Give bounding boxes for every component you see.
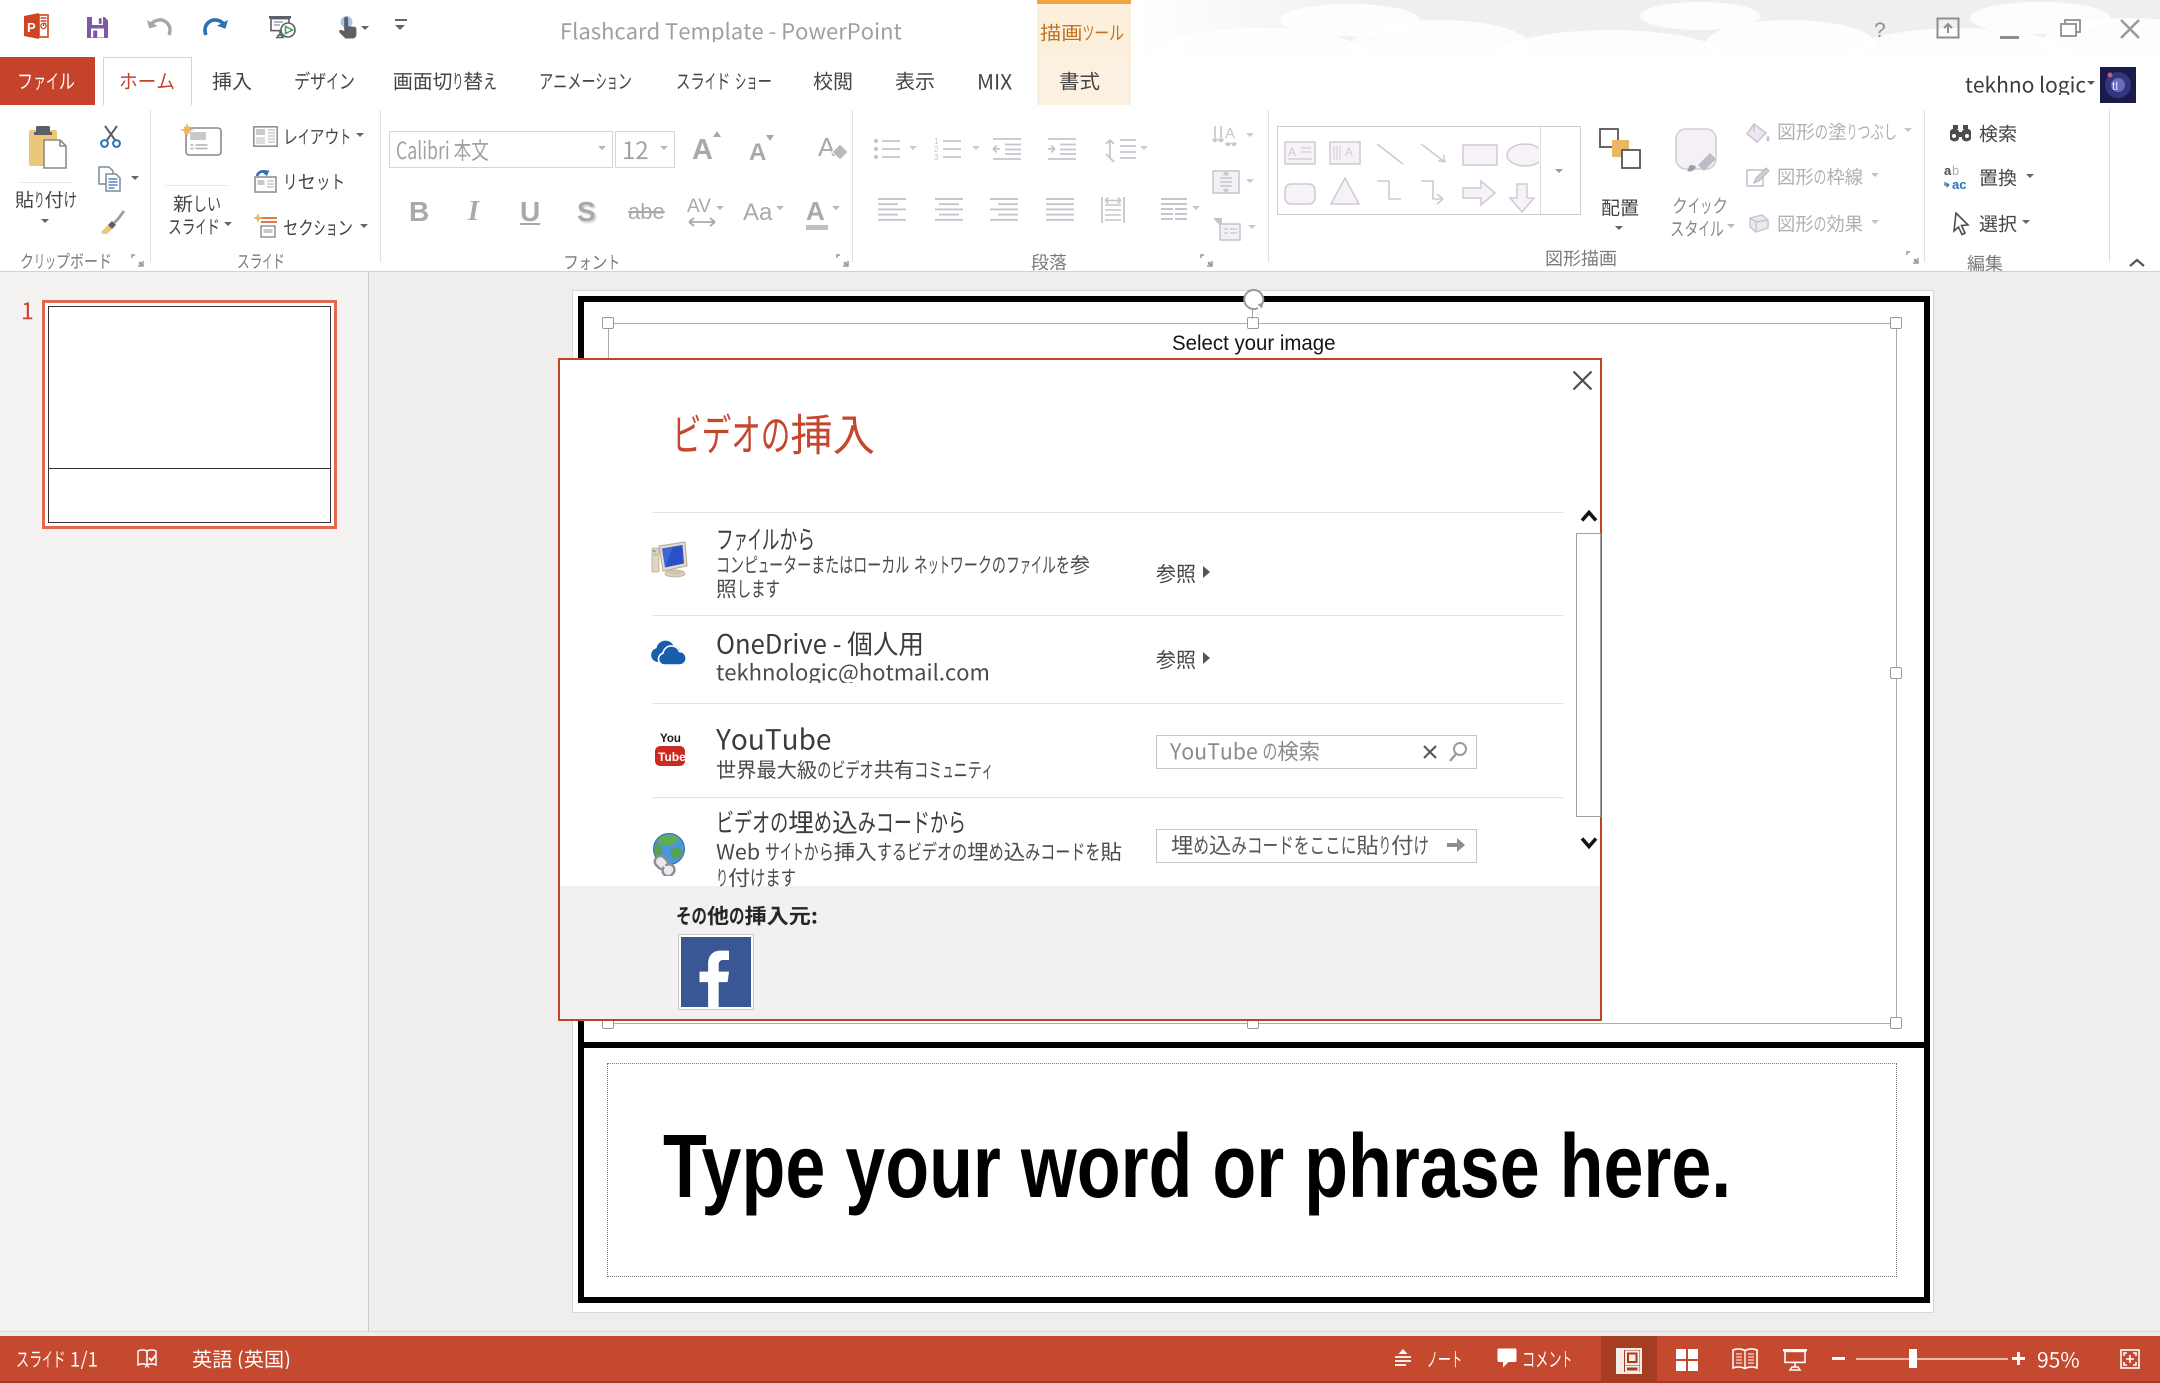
svg-text:ac: ac [1952,177,1966,191]
svg-text:?: ? [1874,19,1886,42]
svg-text:A: A [1225,125,1235,142]
svg-text:3: 3 [934,153,939,161]
svg-text:AV: AV [687,196,711,217]
svg-text:A: A [818,132,836,162]
svg-text:A: A [1345,145,1353,159]
svg-text:A: A [1288,145,1296,159]
svg-text:Tube: Tube [658,750,686,764]
svg-text:You: You [660,733,681,745]
svg-text:tl: tl [2112,79,2118,93]
svg-text:P: P [27,20,36,35]
svg-text:a: a [1944,165,1952,178]
